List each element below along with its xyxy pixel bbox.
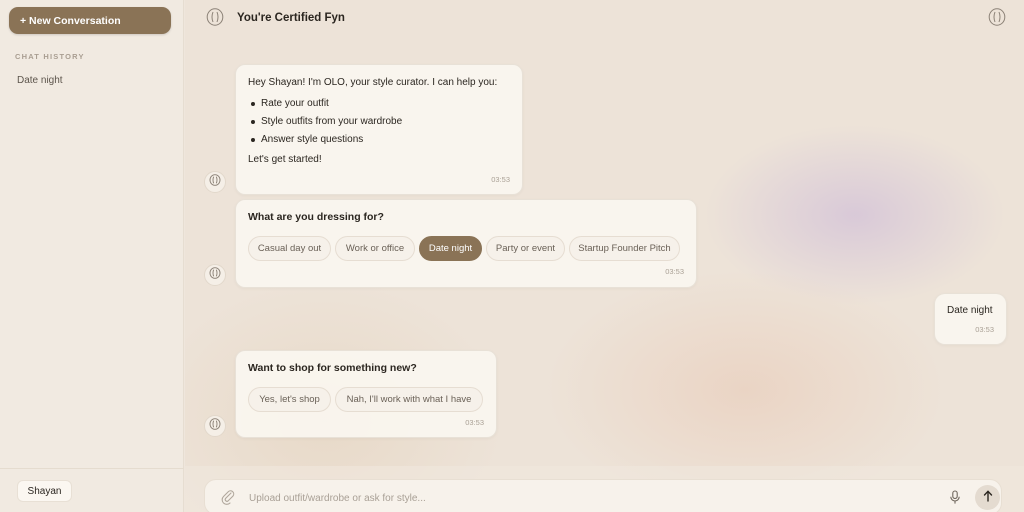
assistant-avatar [204,171,226,193]
option-date-night-selected[interactable]: Date night [419,236,482,261]
arrow-up-icon [983,489,993,507]
message-timestamp: 03:53 [665,267,684,276]
olo-logo-icon [206,8,224,26]
olo-logo-icon [209,266,221,284]
option-yes-lets-shop[interactable]: Yes, let's shop [248,387,331,412]
capability-list: Rate your outfit Style outfits from your… [248,98,402,152]
assistant-avatar [204,415,226,437]
option-work-or-office[interactable]: Work or office [335,236,415,261]
chat-main: You're Certified Fyn Hey Shayan! I'm OLO… [185,0,1024,512]
user-profile-button[interactable]: Shayan [17,480,72,502]
history-item-date-night[interactable]: Date night [17,75,63,86]
shop-question: Want to shop for something new? [248,362,417,374]
app-window: + New Conversation CHAT HISTORY Date nig… [0,0,1024,512]
message-timestamp: 03:53 [491,175,510,184]
assistant-avatar [204,264,226,286]
chat-history-heading: CHAT HISTORY [15,52,85,61]
new-conversation-button[interactable]: + New Conversation [9,7,171,34]
option-casual-day-out[interactable]: Casual day out [248,236,331,261]
message-greeting: Hey Shayan! I'm OLO, your style curator.… [248,77,498,88]
olo-logo-icon [209,173,221,191]
option-startup-founder-pitch[interactable]: Startup Founder Pitch [569,236,680,261]
option-party-or-event[interactable]: Party or event [486,236,565,261]
list-item: Rate your outfit [248,98,402,116]
user-message: Date night 03:53 [934,293,1007,345]
paperclip-icon[interactable] [221,489,235,510]
sidebar-divider [0,468,184,469]
assistant-message-shop: Want to shop for something new? Yes, let… [235,350,497,438]
assistant-message-occasion: What are you dressing for? Casual day ou… [235,199,697,288]
option-work-with-what-i-have[interactable]: Nah, I'll work with what I have [335,387,483,412]
message-input[interactable] [249,490,929,506]
assistant-message-welcome: Hey Shayan! I'm OLO, your style curator.… [235,64,523,195]
conversation-title: You're Certified Fyn [237,12,345,24]
message-closing: Let's get started! [248,154,322,165]
occasion-question: What are you dressing for? [248,211,384,223]
sidebar: + New Conversation CHAT HISTORY Date nig… [0,0,184,512]
message-composer [204,479,1002,512]
list-item: Style outfits from your wardrobe [248,116,402,134]
user-message-text: Date night [947,305,993,316]
message-timestamp: 03:53 [465,418,484,427]
send-button[interactable] [975,485,1000,510]
olo-logo-icon[interactable] [988,8,1006,26]
message-timestamp: 03:53 [975,325,994,334]
list-item: Answer style questions [248,134,402,152]
olo-logo-icon [209,417,221,435]
microphone-icon[interactable] [949,490,961,510]
